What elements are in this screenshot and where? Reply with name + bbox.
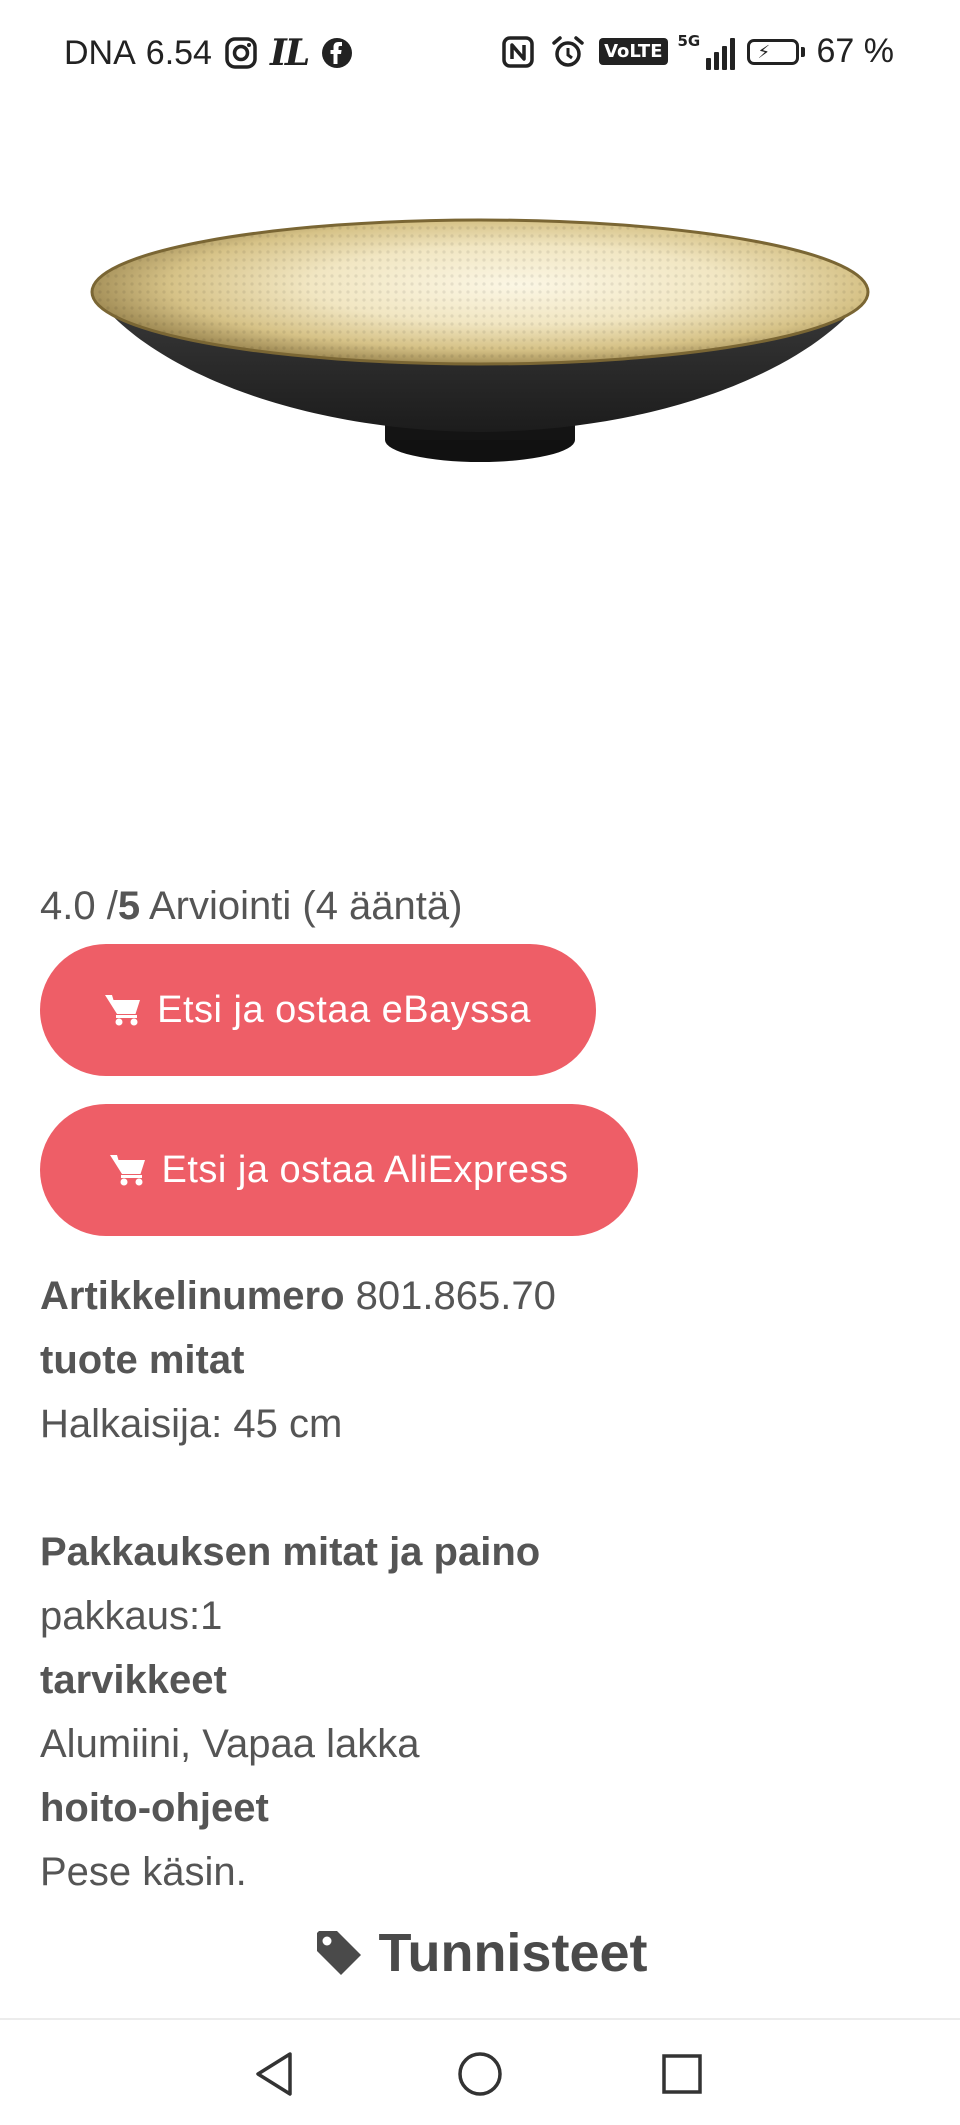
nfc-icon — [499, 33, 537, 71]
dimensions-value: Halkaisija: 45 cm — [40, 1402, 343, 1446]
tags-heading-label: Tunnisteet — [378, 1923, 648, 1983]
back-icon[interactable] — [248, 2048, 300, 2100]
volte-icon: VoLTE — [599, 38, 668, 65]
alarm-icon — [549, 33, 587, 71]
recent-apps-icon[interactable] — [656, 2048, 708, 2100]
product-details: Artikkelinumero 801.865.70 tuote mitat H… — [40, 1264, 920, 1904]
article-number-label: Artikkelinumero — [40, 1274, 345, 1318]
article-number-row: Artikkelinumero 801.865.70 — [40, 1264, 920, 1328]
status-right: VoLTE 5G ⚡ 67 % — [499, 32, 894, 71]
dimensions-label: tuote mitat — [40, 1338, 245, 1382]
battery-percentage: 67 % — [816, 32, 895, 70]
shopping-cart-icon — [105, 993, 141, 1027]
carrier-label: DNA — [64, 33, 136, 72]
materials-label: tarvikkeet — [40, 1658, 227, 1702]
rating-score: 4.0 / — [40, 884, 118, 928]
product-image — [80, 200, 880, 490]
network-type-label: 5G — [677, 31, 701, 50]
care-instructions-label: hoito-ohjeet — [40, 1786, 269, 1830]
clock: 6.54 — [145, 33, 212, 72]
article-number-value: 801.865.70 — [344, 1274, 556, 1318]
buy-on-ebay-button[interactable]: Etsi ja ostaa eBayssa — [40, 944, 596, 1076]
tags-heading: Tunnisteet — [0, 1922, 960, 1984]
il-news-icon: IL — [269, 32, 310, 74]
buy-on-ebay-label: Etsi ja ostaa eBayssa — [157, 988, 531, 1031]
care-instructions-value: Pese käsin. — [40, 1850, 247, 1894]
status-bar: DNA 6.54 IL VoLTE 5G ⚡ 67 % — [0, 0, 960, 110]
home-icon[interactable] — [454, 2048, 506, 2100]
instagram-icon — [222, 34, 260, 72]
rating-max: 5 — [117, 884, 141, 928]
facebook-icon — [318, 34, 356, 72]
shopping-cart-icon — [109, 1153, 146, 1187]
package-value: pakkaus:1 — [40, 1594, 223, 1638]
materials-value: Alumiini, Vapaa lakka — [40, 1722, 420, 1766]
buy-on-aliexpress-label: Etsi ja ostaa AliExpress — [161, 1148, 569, 1191]
tag-icon — [313, 1927, 365, 1979]
signal-5g-icon: 5G — [677, 31, 735, 70]
gold-black-bowl-image — [90, 218, 870, 462]
battery-icon: ⚡ — [746, 38, 805, 65]
package-label: Pakkauksen mitat ja paino — [40, 1530, 541, 1574]
buy-on-aliexpress-button[interactable]: Etsi ja ostaa AliExpress — [40, 1104, 638, 1236]
status-left: DNA 6.54 IL — [64, 32, 356, 74]
product-rating: 4.0 /5 Arviointi (4 ääntä) — [40, 884, 462, 929]
rating-text: Arviointi (4 ääntä) — [140, 884, 463, 928]
system-navigation-bar — [0, 2018, 960, 2125]
